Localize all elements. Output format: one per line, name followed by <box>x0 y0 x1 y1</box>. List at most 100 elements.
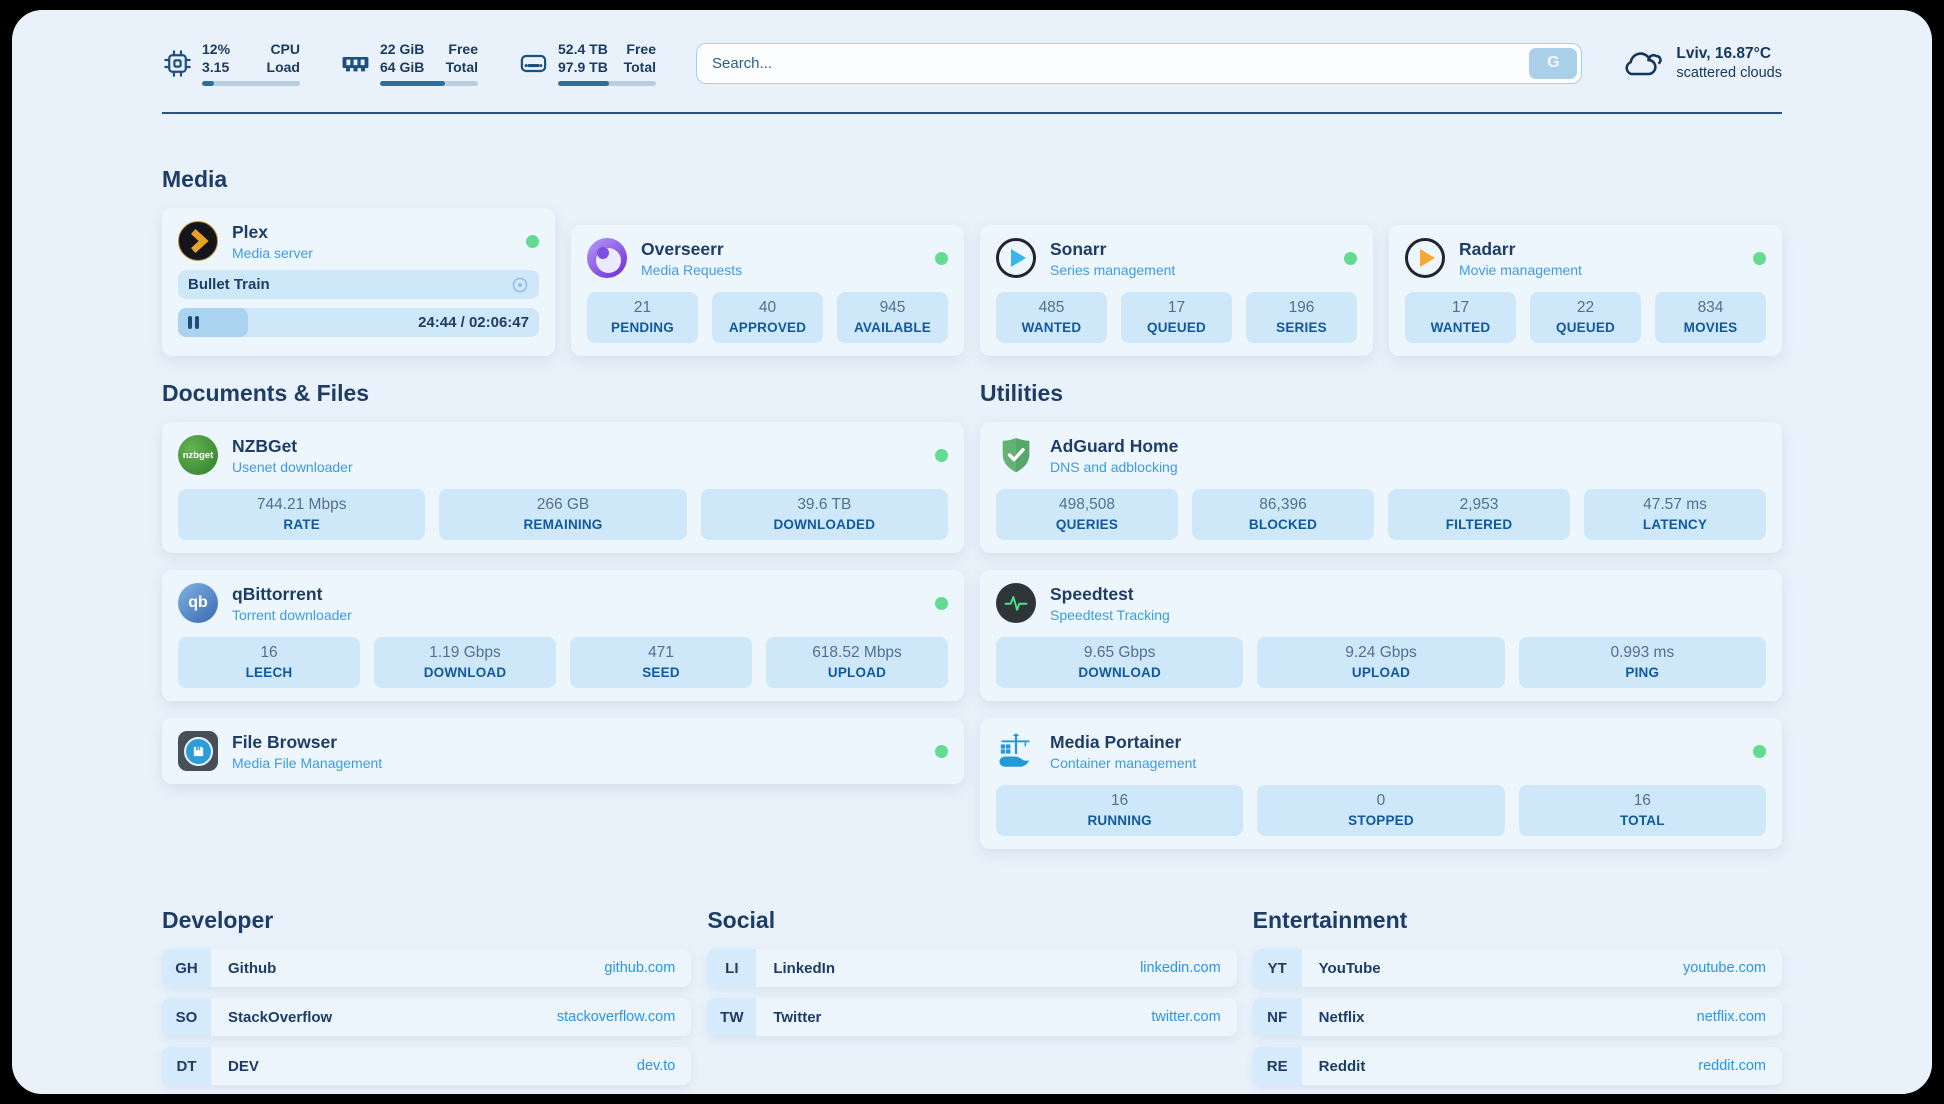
app-card-nzbget[interactable]: nzbget NZBGet Usenet downloader 744.21 M… <box>162 422 964 553</box>
ram-total-value: 64 GiB <box>380 58 424 76</box>
stat-upload: 9.24 Gbps UPLOAD <box>1257 637 1504 688</box>
session-disc-icon[interactable] <box>511 276 529 294</box>
entertainment-column: Entertainment YT YouTube youtube.com NF … <box>1253 907 1782 1096</box>
stat-rate: 744.21 Mbps RATE <box>178 489 425 540</box>
app-subtitle: Media File Management <box>232 755 382 771</box>
cloud-icon <box>1618 45 1664 81</box>
app-subtitle: Movie management <box>1459 262 1582 278</box>
stat-seed: 471 SEED <box>570 637 752 688</box>
stat-series: 196 SERIES <box>1246 292 1357 343</box>
top-bar: 12% 3.15 CPU Load <box>162 40 1782 86</box>
app-card-overseerr[interactable]: Overseerr Media Requests 21 PENDING 40 A… <box>571 225 964 356</box>
link-row-twitter[interactable]: TW Twitter twitter.com <box>707 998 1236 1036</box>
link-row-linkedin[interactable]: LI LinkedIn linkedin.com <box>707 949 1236 987</box>
app-name: Speedtest <box>1050 584 1170 604</box>
nzbget-icon: nzbget <box>178 435 218 475</box>
link-badge: NF <box>1253 998 1302 1036</box>
developer-column: Developer GH Github github.com SO StackO… <box>162 907 691 1096</box>
link-row-youtube[interactable]: YT YouTube youtube.com <box>1253 949 1782 987</box>
status-dot <box>935 597 948 610</box>
topbar-divider <box>162 112 1782 114</box>
stat-wanted: 485 WANTED <box>996 292 1107 343</box>
stat-downloaded: 39.6 TB DOWNLOADED <box>701 489 948 540</box>
link-badge: GH <box>162 949 211 987</box>
app-name: Media Portainer <box>1050 732 1196 752</box>
stat-queries: 498,508 QUERIES <box>996 489 1178 540</box>
plex-icon <box>178 221 218 261</box>
section-title-developer: Developer <box>162 907 691 934</box>
ram-meter <box>380 81 478 86</box>
app-card-adguard[interactable]: AdGuard Home DNS and adblocking 498,508 … <box>980 422 1782 553</box>
playback-progress-row: 24:44 / 02:06:47 <box>178 308 539 337</box>
app-card-portainer[interactable]: Media Portainer Container management 16 … <box>980 718 1782 849</box>
filebrowser-icon <box>178 731 218 771</box>
disk-total-value: 97.9 TB <box>558 58 608 76</box>
app-card-speedtest[interactable]: Speedtest Speedtest Tracking 9.65 Gbps D… <box>980 570 1782 701</box>
status-dot <box>935 252 948 265</box>
disk-free-value: 52.4 TB <box>558 40 608 58</box>
link-row-stackoverflow[interactable]: SO StackOverflow stackoverflow.com <box>162 998 691 1036</box>
disk-icon <box>518 48 549 79</box>
status-dot <box>526 235 539 248</box>
stat-latency: 47.57 ms LATENCY <box>1584 489 1766 540</box>
app-card-qbittorrent[interactable]: qb qBittorrent Torrent downloader 16 LEE… <box>162 570 964 701</box>
speedtest-icon <box>996 583 1036 623</box>
section-title-entertainment: Entertainment <box>1253 907 1782 934</box>
app-subtitle: Usenet downloader <box>232 459 353 475</box>
ram-free-value: 22 GiB <box>380 40 424 58</box>
app-card-plex[interactable]: Plex Media server Bullet Train <box>162 208 555 356</box>
ram-label-2: Total <box>446 58 478 76</box>
link-row-netflix[interactable]: NF Netflix netflix.com <box>1253 998 1782 1036</box>
app-name: Overseerr <box>641 239 742 259</box>
app-card-filebrowser[interactable]: File Browser Media File Management <box>162 718 964 784</box>
social-column: Social LI LinkedIn linkedin.com TW Twitt… <box>707 907 1236 1096</box>
search-engine-button[interactable]: G <box>1529 48 1577 79</box>
stat-ping: 0.993 ms PING <box>1519 637 1766 688</box>
status-dot <box>935 449 948 462</box>
link-badge: DT <box>162 1047 211 1085</box>
ram-meter-fill <box>380 81 445 86</box>
now-playing-row: Bullet Train <box>178 270 539 299</box>
link-row-dev[interactable]: DT DEV dev.to <box>162 1047 691 1085</box>
portainer-icon <box>996 731 1036 771</box>
cpu-meter <box>202 81 300 86</box>
documents-column: Documents & Files nzbget NZBGet Usenet d… <box>162 356 964 784</box>
search-bar: G <box>696 43 1582 84</box>
app-subtitle: Torrent downloader <box>232 607 352 623</box>
app-name: qBittorrent <box>232 584 352 604</box>
qbittorrent-icon: qb <box>178 583 218 623</box>
link-row-github[interactable]: GH Github github.com <box>162 949 691 987</box>
status-dot <box>935 745 948 758</box>
status-dot <box>1753 745 1766 758</box>
adguard-icon <box>996 435 1036 475</box>
app-subtitle: Media Requests <box>641 262 742 278</box>
disk-label-1: Free <box>624 40 656 58</box>
disk-meter <box>558 81 656 86</box>
stat-remaining: 266 GB REMAINING <box>439 489 686 540</box>
radarr-icon <box>1405 238 1445 278</box>
cpu-label-1: CPU <box>267 40 300 58</box>
app-card-sonarr[interactable]: Sonarr Series management 485 WANTED 17 Q… <box>980 225 1373 356</box>
stat-upload: 618.52 Mbps UPLOAD <box>766 637 948 688</box>
stat-running: 16 RUNNING <box>996 785 1243 836</box>
status-dot <box>1344 252 1357 265</box>
disk-widget: 52.4 TB 97.9 TB Free Total <box>518 40 656 86</box>
link-badge: YT <box>1253 949 1302 987</box>
stat-wanted: 17 WANTED <box>1405 292 1516 343</box>
now-playing-title: Bullet Train <box>188 276 270 293</box>
app-subtitle: DNS and adblocking <box>1050 459 1178 475</box>
ram-label-1: Free <box>446 40 478 58</box>
ram-icon <box>340 48 371 79</box>
pause-icon[interactable] <box>188 316 199 329</box>
search-input[interactable] <box>696 43 1582 84</box>
section-title-documents: Documents & Files <box>162 380 964 407</box>
app-card-radarr[interactable]: Radarr Movie management 17 WANTED 22 QUE… <box>1389 225 1782 356</box>
stat-download: 9.65 Gbps DOWNLOAD <box>996 637 1243 688</box>
stat-leech: 16 LEECH <box>178 637 360 688</box>
app-name: AdGuard Home <box>1050 436 1178 456</box>
media-grid: Plex Media server Bullet Train <box>162 208 1782 356</box>
link-row-reddit[interactable]: RE Reddit reddit.com <box>1253 1047 1782 1085</box>
section-title-utilities: Utilities <box>980 380 1782 407</box>
stat-filtered: 2,953 FILTERED <box>1388 489 1570 540</box>
cpu-icon <box>162 48 193 79</box>
